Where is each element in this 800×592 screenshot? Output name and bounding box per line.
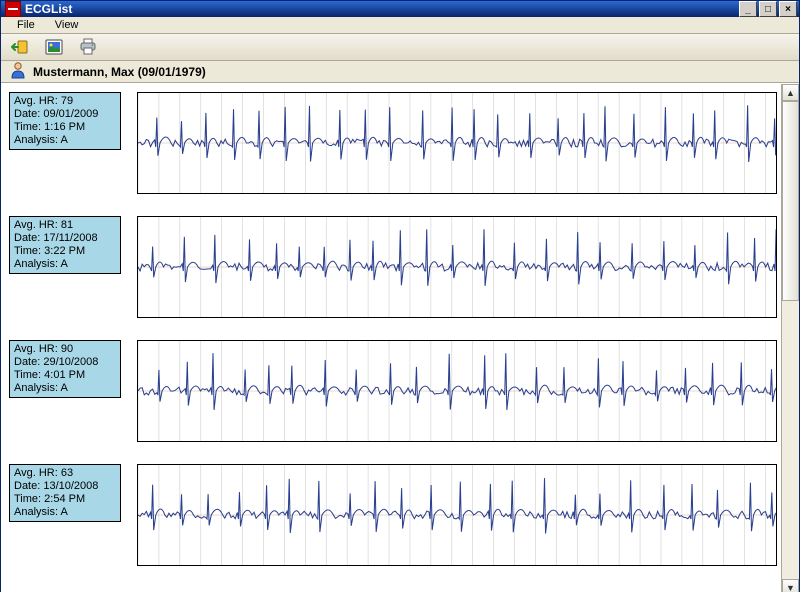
record-hr: Avg. HR: 79	[14, 95, 116, 108]
patient-label: Mustermann, Max (09/01/1979)	[33, 65, 206, 79]
titlebar: ECGList _ □ ×	[1, 1, 799, 17]
view-image-button[interactable]	[41, 34, 67, 60]
record-analysis: Analysis: A	[14, 382, 116, 395]
record-analysis: Analysis: A	[14, 258, 116, 271]
record-date: Date: 17/11/2008	[14, 232, 116, 245]
back-arrow-icon	[11, 38, 29, 56]
minimize-button[interactable]: _	[739, 1, 757, 17]
ecg-waveform-box[interactable]	[137, 92, 777, 194]
ecg-record: Avg. HR: 63Date: 13/10/2008Time: 2:54 PM…	[9, 464, 777, 566]
scroll-up-button[interactable]: ▲	[782, 84, 799, 101]
record-info-box[interactable]: Avg. HR: 90Date: 29/10/2008Time: 4:01 PM…	[9, 340, 121, 398]
ecg-record: Avg. HR: 90Date: 29/10/2008Time: 4:01 PM…	[9, 340, 777, 442]
ecg-svg	[138, 465, 776, 565]
record-hr: Avg. HR: 81	[14, 219, 116, 232]
person-icon	[9, 61, 27, 82]
record-time: Time: 2:54 PM	[14, 493, 116, 506]
menu-file[interactable]: File	[7, 17, 45, 33]
scroll-track[interactable]	[782, 101, 799, 579]
record-time: Time: 4:01 PM	[14, 369, 116, 382]
record-date: Date: 13/10/2008	[14, 480, 116, 493]
ecg-record: Avg. HR: 81Date: 17/11/2008Time: 3:22 PM…	[9, 216, 777, 318]
record-time: Time: 3:22 PM	[14, 245, 116, 258]
window-title: ECGList	[25, 2, 72, 16]
print-button[interactable]	[75, 34, 101, 60]
ecg-waveform-box[interactable]	[137, 464, 777, 566]
record-info-box[interactable]: Avg. HR: 63Date: 13/10/2008Time: 2:54 PM…	[9, 464, 121, 522]
record-info-box[interactable]: Avg. HR: 79Date: 09/01/2009Time: 1:16 PM…	[9, 92, 121, 150]
ecg-svg	[138, 93, 776, 193]
record-date: Date: 09/01/2009	[14, 108, 116, 121]
record-time: Time: 1:16 PM	[14, 121, 116, 134]
record-analysis: Analysis: A	[14, 506, 116, 519]
app-window: ECGList _ □ × File View	[0, 0, 800, 592]
maximize-button[interactable]: □	[759, 1, 777, 17]
record-date: Date: 29/10/2008	[14, 356, 116, 369]
printer-icon	[79, 38, 97, 56]
vertical-scrollbar[interactable]: ▲ ▼	[781, 84, 799, 592]
record-hr: Avg. HR: 63	[14, 467, 116, 480]
record-info-box[interactable]: Avg. HR: 81Date: 17/11/2008Time: 3:22 PM…	[9, 216, 121, 274]
records-list: Avg. HR: 79Date: 09/01/2009Time: 1:16 PM…	[1, 84, 781, 592]
app-icon	[5, 1, 21, 17]
record-analysis: Analysis: A	[14, 134, 116, 147]
menu-view[interactable]: View	[45, 17, 89, 33]
content-area: Avg. HR: 79Date: 09/01/2009Time: 1:16 PM…	[1, 83, 799, 592]
ecg-svg	[138, 341, 776, 441]
scroll-thumb[interactable]	[782, 101, 799, 301]
ecg-record: Avg. HR: 79Date: 09/01/2009Time: 1:16 PM…	[9, 92, 777, 194]
close-button[interactable]: ×	[779, 1, 797, 17]
menubar: File View	[1, 17, 799, 34]
record-hr: Avg. HR: 90	[14, 343, 116, 356]
ecg-svg	[138, 217, 776, 317]
picture-icon	[45, 38, 63, 56]
ecg-waveform-box[interactable]	[137, 340, 777, 442]
scroll-pane: Avg. HR: 79Date: 09/01/2009Time: 1:16 PM…	[1, 84, 781, 592]
patient-bar: Mustermann, Max (09/01/1979)	[1, 61, 799, 83]
scroll-down-button[interactable]: ▼	[782, 579, 799, 592]
ecg-waveform-box[interactable]	[137, 216, 777, 318]
toolbar	[1, 34, 799, 61]
back-button[interactable]	[7, 34, 33, 60]
